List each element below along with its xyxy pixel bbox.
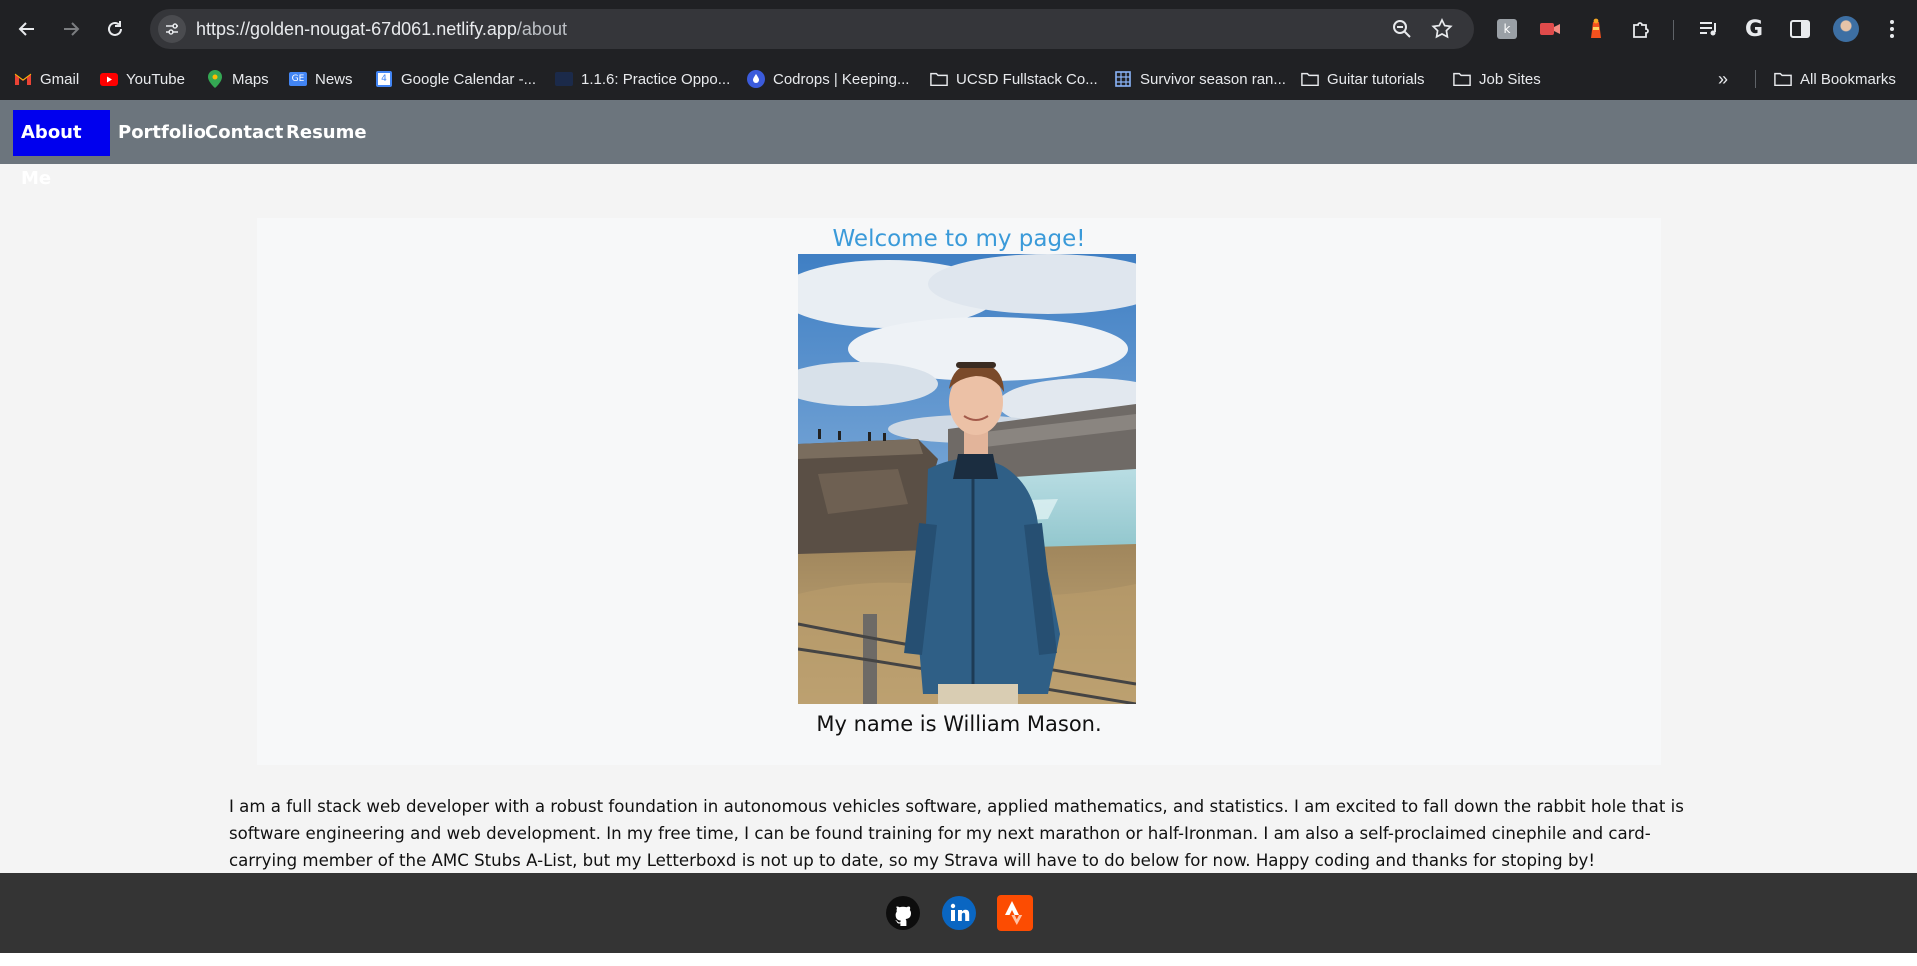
profile-photo xyxy=(798,254,1136,704)
more-bookmarks-button[interactable]: » xyxy=(1718,66,1728,92)
bookmark-youtube[interactable]: YouTube xyxy=(100,66,185,92)
github-icon[interactable] xyxy=(885,895,921,931)
strava-icon[interactable] xyxy=(997,895,1033,931)
bookmark-practice[interactable]: 1.1.6: Practice Oppo... xyxy=(555,66,730,92)
forward-arrow-icon xyxy=(64,22,80,36)
news-icon: GE xyxy=(289,70,307,88)
sheet-icon xyxy=(1114,70,1132,88)
bookmark-label: Codrops | Keeping... xyxy=(773,70,910,88)
side-panel-icon[interactable] xyxy=(1785,14,1815,44)
bookmark-label: Maps xyxy=(232,70,269,88)
bookmarks-divider xyxy=(1755,70,1756,88)
bookmark-label: Guitar tutorials xyxy=(1327,70,1425,88)
profile-avatar-icon[interactable] xyxy=(1831,14,1861,44)
profile-photo-image xyxy=(798,254,1136,704)
page-viewport: About Me Portfolio Contact Resume Welcom… xyxy=(0,100,1917,966)
extension-lighthouse-icon[interactable] xyxy=(1581,14,1611,44)
nav-link-resume[interactable]: Resume xyxy=(278,110,375,156)
toolbar-divider xyxy=(1673,20,1674,40)
forward-button[interactable] xyxy=(54,12,88,46)
bookmark-job-sites[interactable]: Job Sites xyxy=(1453,66,1541,92)
folder-icon xyxy=(1453,70,1471,88)
bookmark-label: Gmail xyxy=(40,70,80,88)
double-chevron-right-icon: » xyxy=(1718,68,1729,89)
bookmark-label: 1.1.6: Practice Oppo... xyxy=(581,70,731,88)
back-button[interactable] xyxy=(10,12,44,46)
nav-link-about[interactable]: About Me xyxy=(13,110,110,189)
url-path: /about xyxy=(516,19,567,39)
address-bar[interactable]: https://golden-nougat-67d061.netlify.app… xyxy=(150,9,1474,49)
bookmark-label: UCSD Fullstack Co... xyxy=(956,70,1098,88)
bookmark-survivor[interactable]: Survivor season ran... xyxy=(1114,66,1286,92)
reload-icon xyxy=(108,21,122,36)
welcome-heading: Welcome to my page! xyxy=(832,226,1086,252)
bookmark-calendar[interactable]: 4 Google Calendar -... xyxy=(375,66,536,92)
name-caption: My name is William Mason. xyxy=(816,712,1102,736)
extension-record-icon[interactable] xyxy=(1535,14,1565,44)
bio-paragraph: I am a full stack web developer with a r… xyxy=(229,797,1684,870)
site-navbar: About Me Portfolio Contact Resume xyxy=(0,100,1917,189)
back-arrow-icon xyxy=(18,22,34,36)
folder-icon xyxy=(1774,70,1792,88)
media-queue-icon[interactable] xyxy=(1694,14,1724,44)
site-info-icon[interactable] xyxy=(158,15,186,43)
gmail-icon xyxy=(14,70,32,88)
bookmark-label: News xyxy=(315,70,353,88)
codrops-icon xyxy=(747,70,765,88)
folder-icon xyxy=(1301,70,1319,88)
bookmark-star-icon[interactable] xyxy=(1430,17,1454,41)
youtube-icon xyxy=(100,70,118,88)
bookmark-maps[interactable]: Maps xyxy=(206,66,269,92)
all-bookmarks-button[interactable]: All Bookmarks xyxy=(1774,66,1896,92)
bookmark-label: Survivor season ran... xyxy=(1140,70,1286,88)
site-footer xyxy=(0,873,1917,953)
calendar-icon: 4 xyxy=(375,70,393,88)
linkedin-icon[interactable] xyxy=(941,895,977,931)
bookmark-label: YouTube xyxy=(126,70,185,88)
bookmark-news[interactable]: GE News xyxy=(289,66,353,92)
bookmarks-bar: Gmail YouTube Maps GE News 4 Google Cale… xyxy=(0,58,1917,100)
bookmark-codrops[interactable]: Codrops | Keeping... xyxy=(747,66,909,92)
url-text[interactable]: https://golden-nougat-67d061.netlify.app… xyxy=(196,19,567,40)
bookmark-label: Job Sites xyxy=(1479,70,1541,88)
reload-button[interactable] xyxy=(98,12,132,46)
all-bookmarks-label: All Bookmarks xyxy=(1800,70,1896,88)
page-bottom-whitespace xyxy=(0,953,1917,966)
extensions-puzzle-icon[interactable] xyxy=(1626,14,1656,44)
bookmark-guitar[interactable]: Guitar tutorials xyxy=(1301,66,1425,92)
hero-card: Welcome to my page! My name is William M… xyxy=(257,218,1661,765)
maps-icon xyxy=(206,70,224,88)
course-icon xyxy=(555,70,573,88)
menu-kebab-icon[interactable] xyxy=(1877,14,1907,44)
extension-k-icon[interactable]: k xyxy=(1492,14,1522,44)
zoom-icon[interactable] xyxy=(1390,17,1414,41)
bookmark-ucsd[interactable]: UCSD Fullstack Co... xyxy=(930,66,1098,92)
browser-toolbar: https://golden-nougat-67d061.netlify.app… xyxy=(0,0,1917,58)
google-lens-icon[interactable]: G xyxy=(1739,14,1769,44)
bookmark-label: Google Calendar -... xyxy=(401,70,537,88)
url-host: https://golden-nougat-67d061.netlify.app xyxy=(196,19,517,39)
folder-icon xyxy=(930,70,948,88)
bookmark-gmail[interactable]: Gmail xyxy=(14,66,79,92)
browser-chrome: https://golden-nougat-67d061.netlify.app… xyxy=(0,0,1917,100)
